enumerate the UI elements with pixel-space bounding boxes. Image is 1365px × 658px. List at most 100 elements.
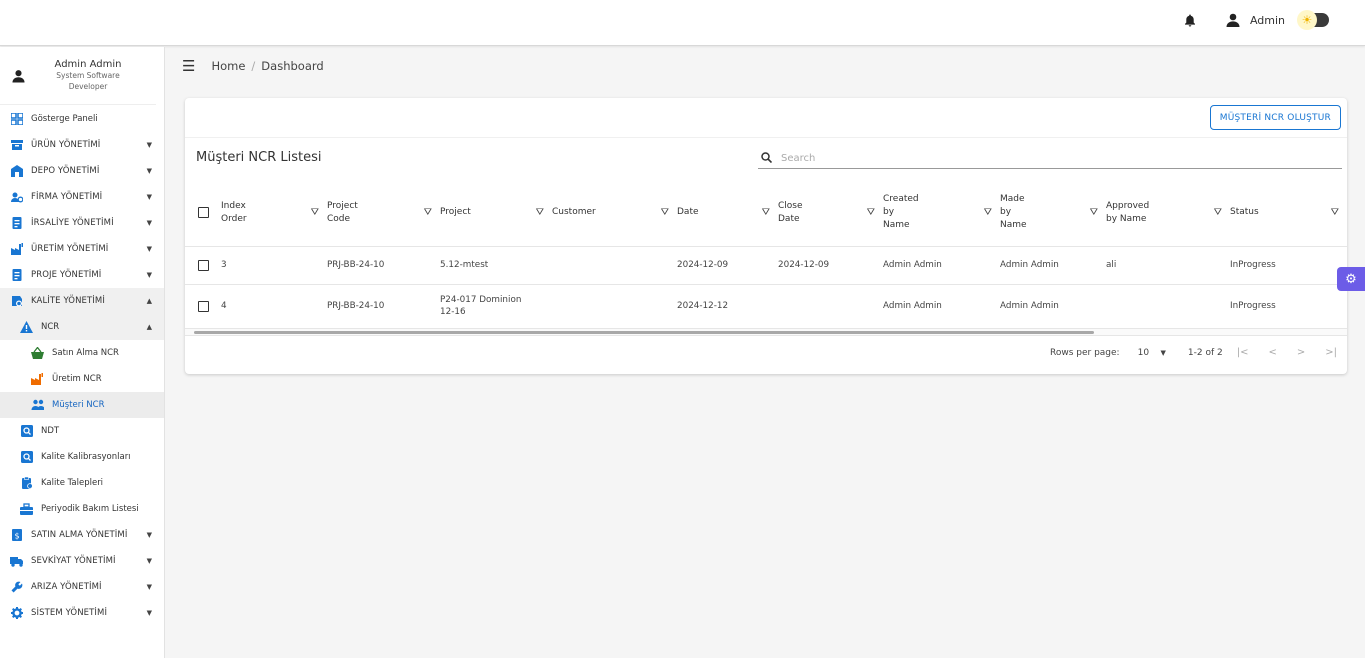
prev-page-icon[interactable]: < [1268,347,1276,358]
last-page-icon[interactable]: >| [1325,347,1337,358]
filter-icon[interactable]: ⛛ [984,206,992,219]
search-doc-icon [20,451,33,464]
search-input[interactable]: Search [781,153,815,164]
sidebar-item-musteri-ncr[interactable]: Müşteri NCR [0,392,164,418]
table-row[interactable]: 3 PRJ-BB-24-10 5.12-mtest 2024-12-09 202… [185,246,1347,284]
cell-project: P24-017 Dominion 12-16 [440,295,522,317]
basket-icon [31,347,44,360]
filter-icon[interactable]: ⛛ [661,206,669,219]
sidebar-item-periyodik-bakim[interactable]: Periyodik Bakım Listesi [0,496,164,522]
column-date[interactable]: Date ⛛ [677,180,778,246]
sidebar-item-kalite-talepleri[interactable]: Kalite Talepleri [0,470,164,496]
filter-icon[interactable]: ⛛ [536,206,544,219]
cell-index: 4 [221,301,227,311]
chevron-down-icon: ▼ [146,245,152,253]
sidebar-item-firma[interactable]: FİRMA YÖNETİMİ ▼ [0,184,164,210]
column-status[interactable]: Status ⛛ [1230,180,1347,246]
sidebar-item-proje[interactable]: PROJE YÖNETİMİ ▼ [0,262,164,288]
first-page-icon[interactable]: |< [1237,347,1249,358]
cell-approved-by [1106,284,1230,328]
chevron-down-icon: ▼ [146,271,152,279]
filter-icon[interactable]: ⛛ [424,206,432,219]
filter-icon[interactable]: ⛛ [1090,206,1098,219]
page-range: 1-2 of 2 [1187,347,1223,358]
cell-close-date: 2024-12-09 [778,260,830,270]
horizontal-scrollbar[interactable] [185,328,1347,336]
card-toolbar: MÜŞTERİ NCR OLUŞTUR [185,98,1347,138]
sidebar-item-label: NDT [41,426,60,436]
topbar-actions: Admin ☀ [1184,10,1329,30]
sidebar-item-satin-alma-ncr[interactable]: Satın Alma NCR [0,340,164,366]
row-checkbox[interactable] [198,300,209,312]
cell-made-by: Admin Admin [1000,260,1059,270]
column-made-by[interactable]: Made by Name ⛛ [1000,180,1106,246]
sidebar-item-irsaliye[interactable]: İRSALİYE YÖNETİMİ ▼ [0,210,164,236]
sidebar-item-dashboard[interactable]: Gösterge Paneli [0,106,164,132]
chevron-down-icon: ▼ [146,609,152,617]
document-icon [10,217,23,230]
filter-icon[interactable]: ⛛ [762,206,770,219]
sidebar-item-satin-alma[interactable]: $ SATIN ALMA YÖNETİMİ ▼ [0,522,164,548]
cell-status: InProgress [1230,260,1276,270]
column-index-order[interactable]: Index Order ⛛ [221,180,327,246]
company-icon [10,191,23,204]
sidebar-item-urun[interactable]: ÜRÜN YÖNETİMİ ▼ [0,132,164,158]
breadcrumb-home[interactable]: Home [211,59,245,73]
list-header: Müşteri NCR Listesi Search [185,138,1347,180]
sidebar-item-uretim[interactable]: ÜRETİM YÖNETİMİ ▼ [0,236,164,262]
user-icon[interactable] [1226,13,1240,27]
avatar [12,69,25,83]
filter-icon[interactable]: ⛛ [311,206,319,219]
list-title: Müşteri NCR Listesi [196,150,322,165]
create-customer-ncr-button[interactable]: MÜŞTERİ NCR OLUŞTUR [1209,105,1341,130]
column-project-code[interactable]: Project Code ⛛ [327,180,440,246]
chevron-down-icon: ▼ [146,531,152,539]
quality-icon [10,295,23,308]
gear-icon [10,607,23,620]
sidebar-item-label: İRSALİYE YÖNETİMİ [31,218,114,228]
sidebar-item-kalite[interactable]: KALİTE YÖNETİMİ ▲ [0,288,164,314]
row-checkbox[interactable] [198,259,209,271]
search-field[interactable]: Search [758,149,1342,169]
sidebar-item-sistem[interactable]: SİSTEM YÖNETİMİ ▼ [0,600,164,626]
username[interactable]: Admin [1250,14,1285,27]
sidebar-item-uretim-ncr[interactable]: Üretim NCR [0,366,164,392]
filter-icon[interactable]: ⛛ [1331,206,1339,219]
chevron-down-icon: ▼ [146,167,152,175]
sidebar-item-sevkiyat[interactable]: SEVKİYAT YÖNETİMİ ▼ [0,548,164,574]
next-page-icon[interactable]: > [1297,347,1305,358]
column-approved-by[interactable]: Approved by Name ⛛ [1106,180,1230,246]
sidebar-item-label: SATIN ALMA YÖNETİMİ [31,530,128,540]
settings-gear-icon[interactable]: ⚙ [1337,267,1365,291]
table-row[interactable]: 4 PRJ-BB-24-10 P24-017 Dominion 12-16 20… [185,284,1347,328]
column-close-date[interactable]: Close Date ⛛ [778,180,883,246]
chevron-down-icon: ▼ [146,193,152,201]
sidebar-item-kalibrasyon[interactable]: Kalite Kalibrasyonları [0,444,164,470]
cell-status: InProgress [1230,301,1276,311]
sidebar-item-ariza[interactable]: ARIZA YÖNETİMİ ▼ [0,574,164,600]
column-created-by[interactable]: Created by Name ⛛ [883,180,1000,246]
bell-icon[interactable] [1184,14,1196,27]
cell-close-date [778,284,883,328]
rows-per-page-select[interactable]: 10 ▼ [1138,348,1166,358]
sidebar-item-label: Kalite Talepleri [41,478,104,488]
sidebar-item-ndt[interactable]: NDT [0,418,164,444]
breadcrumb-separator: / [251,59,256,73]
cell-customer [552,284,677,328]
profile-role-2: Developer [68,82,108,91]
menu-icon[interactable]: ☰ [182,57,195,75]
sidebar-item-depo[interactable]: DEPO YÖNETİMİ ▼ [0,158,164,184]
theme-toggle[interactable]: ☀ [1297,10,1329,30]
warehouse-icon [10,165,23,178]
chevron-up-icon: ▲ [146,297,152,305]
filter-icon[interactable]: ⛛ [867,206,875,219]
select-all-checkbox[interactable] [198,207,209,219]
column-customer[interactable]: Customer ⛛ [552,180,677,246]
column-project[interactable]: Project ⛛ [440,180,552,246]
chevron-down-icon: ▼ [146,557,152,565]
sidebar-item-ncr[interactable]: NCR ▲ [0,314,164,340]
ncr-card: MÜŞTERİ NCR OLUŞTUR Müşteri NCR Listesi … [185,98,1347,374]
filter-icon[interactable]: ⛛ [1214,206,1222,219]
sidebar-menu: Gösterge Paneli ÜRÜN YÖNETİMİ ▼ DEPO YÖN… [0,105,164,626]
scrollbar-thumb[interactable] [194,330,1094,334]
